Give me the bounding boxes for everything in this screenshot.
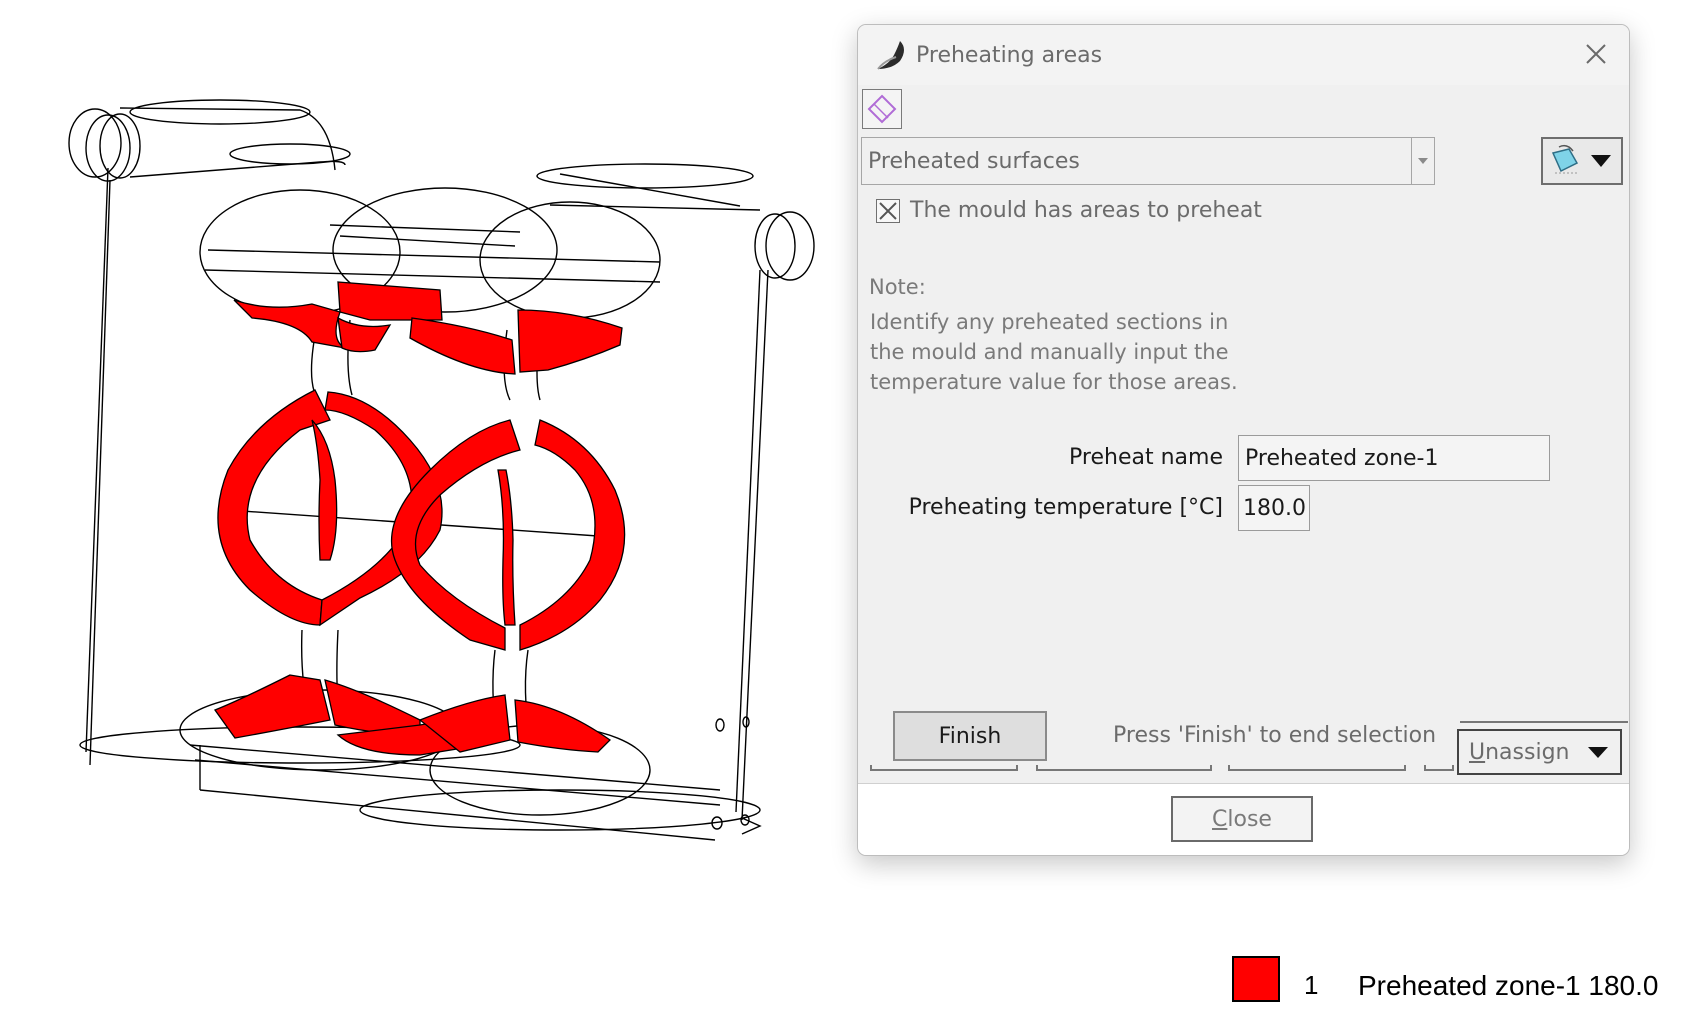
tab-stub — [1424, 765, 1454, 771]
dialog-title: Preheating areas — [916, 43, 1103, 68]
note-heading: Note: — [869, 275, 926, 299]
finish-hint-text: Press 'Finish' to end selection — [1113, 723, 1437, 748]
surface-type-select[interactable]: Preheated surfaces — [861, 137, 1435, 185]
note-line: the mould and manually input the — [870, 340, 1229, 364]
legend-index: 1 — [1304, 970, 1319, 1000]
chevron-down-icon — [1588, 747, 1608, 758]
note-text: Identify any preheated sections in the m… — [870, 307, 1238, 397]
mould-preheat-checkbox[interactable] — [876, 199, 900, 223]
preheating-areas-dialog: Preheating areas Preheated surfaces The … — [857, 24, 1630, 856]
finish-button[interactable]: Finish — [893, 711, 1047, 761]
tab-stub — [870, 765, 1018, 771]
preheat-temperature-input[interactable] — [1238, 485, 1310, 531]
surface-select-icon — [867, 94, 897, 124]
preheat-temperature-label: Preheating temperature [°C] — [908, 495, 1223, 520]
model-viewport[interactable] — [0, 0, 860, 900]
chevron-down-icon — [1418, 158, 1428, 164]
surface-type-value: Preheated surfaces — [868, 149, 1080, 174]
surface-type-dropdown-arrow[interactable] — [1411, 138, 1434, 184]
paint-bucket-icon — [1551, 144, 1611, 174]
check-x-icon — [879, 202, 897, 220]
surface-color-picker-button[interactable] — [1541, 137, 1623, 185]
mould-wireframe — [68, 99, 815, 841]
preheat-name-label: Preheat name — [1069, 445, 1223, 470]
dialog-titlebar[interactable]: Preheating areas — [858, 25, 1629, 85]
legend-label: Preheated zone-1 180.0 — [1358, 970, 1659, 1001]
select-surface-tool-button[interactable] — [862, 89, 902, 129]
unassign-select-value: Unassign — [1469, 740, 1569, 765]
app-logo-icon — [877, 41, 904, 70]
tab-stub — [1228, 765, 1406, 771]
close-button[interactable]: Close — [1171, 796, 1313, 842]
legend-color-swatch — [1232, 956, 1280, 1002]
tab-stub — [1036, 765, 1212, 771]
close-icon[interactable] — [1581, 39, 1611, 69]
note-line: Identify any preheated sections in — [870, 310, 1229, 334]
dialog-footer: Close — [858, 783, 1629, 855]
preheat-name-input[interactable] — [1238, 435, 1550, 481]
close-label-rest: lose — [1227, 806, 1272, 832]
note-line: temperature value for those areas. — [870, 370, 1238, 394]
mould-preheat-checkbox-label: The mould has areas to preheat — [910, 198, 1262, 223]
unassign-frame — [1460, 721, 1628, 729]
unassign-mnemonic: U — [1469, 740, 1486, 765]
app-stage: Preheating areas Preheated surfaces The … — [0, 0, 1692, 1032]
unassign-label-rest: nassign — [1485, 740, 1570, 765]
unassign-select[interactable]: Unassign — [1457, 729, 1622, 775]
close-mnemonic: C — [1212, 806, 1228, 832]
